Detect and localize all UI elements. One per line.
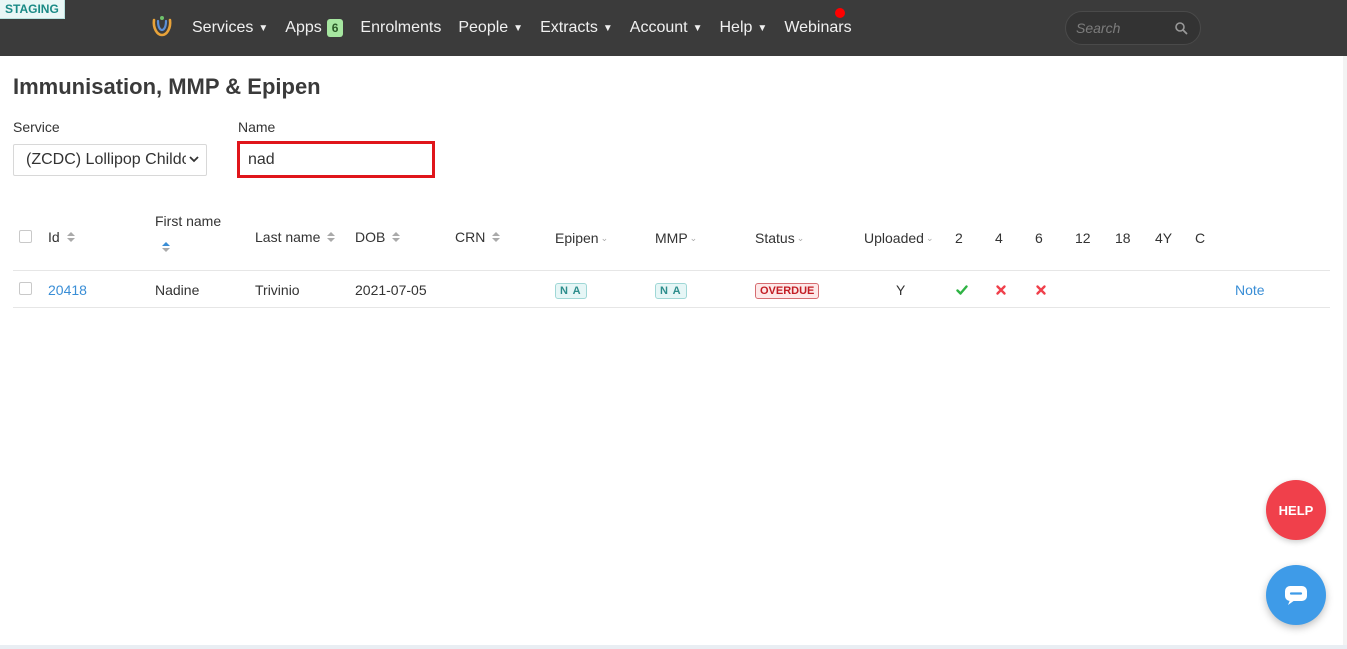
col-header-c: C: [1195, 230, 1206, 246]
sort-icon: [492, 232, 501, 242]
nav-webinars[interactable]: Webinars: [784, 19, 851, 37]
col-header-id[interactable]: Id: [48, 229, 76, 245]
caret-down-icon: ▼: [513, 22, 524, 34]
sort-icon: [66, 232, 75, 242]
bottom-scrollbar[interactable]: [0, 645, 1347, 649]
notification-dot: [835, 8, 845, 18]
epipen-status-badge: N A: [555, 283, 587, 299]
nav-account[interactable]: Account ▼: [630, 19, 703, 37]
row-first-name: Nadine: [155, 282, 200, 298]
chat-icon: [1285, 586, 1307, 605]
row-last-name: Trivinio: [255, 282, 300, 298]
overdue-status-badge: OVERDUE: [755, 283, 820, 299]
col-header-first-name-label: First name: [155, 213, 222, 229]
service-select-value: (ZCDC) Lollipop Childcare: [26, 151, 186, 168]
page-title: Immunisation, MMP & Epipen: [13, 74, 321, 99]
nav-help[interactable]: Help ▼: [720, 19, 768, 37]
col-header-first-name[interactable]: First name: [155, 213, 221, 229]
col-header-id-label: Id: [48, 229, 60, 245]
col-header-2: 2: [955, 230, 963, 246]
col-header-crn[interactable]: CRN: [455, 229, 501, 245]
nav-extracts[interactable]: Extracts ▼: [540, 19, 613, 37]
app-logo-icon[interactable]: [150, 14, 174, 38]
nav-webinars-label: Webinars: [784, 19, 852, 36]
nav-enrolments-label: Enrolments: [360, 19, 442, 36]
caret-down-icon: ▼: [692, 22, 703, 34]
col-header-last-name[interactable]: Last name: [255, 229, 336, 245]
chat-button[interactable]: [1266, 565, 1326, 625]
row-uploaded: Y: [896, 282, 906, 298]
col-header-status-label: Status: [755, 230, 795, 246]
col-header-12: 12: [1075, 230, 1091, 246]
col-header-last-name-label: Last name: [255, 229, 321, 245]
chevron-down-icon: [189, 156, 199, 163]
main-nav: Services ▼ Apps 6 Enrolments People ▼ Ex…: [192, 0, 869, 56]
search-icon[interactable]: [1174, 21, 1188, 35]
col-header-4: 4: [995, 230, 1003, 246]
col-header-mmp[interactable]: MMP ⌄: [655, 230, 697, 246]
search-input[interactable]: [1076, 20, 1170, 36]
caret-down-icon: ▼: [258, 22, 269, 34]
caret-down-icon: ▼: [757, 22, 768, 34]
col-header-dob-label: DOB: [355, 229, 386, 245]
row-checkbox[interactable]: [19, 282, 32, 295]
nav-services-label: Services: [192, 19, 254, 36]
col-header-18: 18: [1115, 230, 1131, 246]
mmp-status-badge: N A: [655, 283, 687, 299]
search-box: [1065, 11, 1201, 45]
nav-services[interactable]: Services ▼: [192, 19, 268, 37]
col-header-mmp-label: MMP: [655, 230, 688, 246]
nav-extracts-label: Extracts: [540, 19, 598, 36]
page-scrollbar[interactable]: [1343, 56, 1347, 645]
nav-enrolments[interactable]: Enrolments: [360, 19, 441, 37]
service-select[interactable]: (ZCDC) Lollipop Childcare: [13, 144, 207, 176]
select-all-checkbox[interactable]: [19, 230, 32, 243]
sort-icon: [392, 232, 401, 242]
caret-down-icon: ▼: [602, 22, 613, 34]
col-header-epipen-label: Epipen: [555, 230, 599, 246]
staging-badge: STAGING: [0, 0, 65, 19]
sort-ascending-icon[interactable]: [161, 240, 171, 254]
top-navbar: STAGING Services ▼ Apps 6 Enrolments Peo…: [0, 0, 1347, 56]
table-row-divider: [13, 307, 1330, 308]
cross-icon: [1036, 285, 1046, 295]
nav-apps[interactable]: Apps 6: [285, 19, 344, 37]
row-dob: 2021-07-05: [355, 282, 427, 298]
col-header-4y: 4Y: [1155, 230, 1173, 246]
nav-help-label: Help: [719, 19, 753, 36]
sort-icon: [327, 232, 336, 242]
col-header-6: 6: [1035, 230, 1043, 246]
col-header-dob[interactable]: DOB: [355, 229, 401, 245]
chevron-down-icon: ⌄: [689, 232, 698, 243]
row-note-link[interactable]: Note: [1235, 282, 1265, 298]
chevron-down-icon: ⌄: [796, 232, 805, 243]
name-filter-input[interactable]: [237, 141, 435, 178]
check-icon: [956, 285, 968, 295]
col-header-uploaded[interactable]: Uploaded ⌄: [864, 230, 933, 246]
nav-account-label: Account: [629, 19, 688, 36]
help-button[interactable]: HELP: [1266, 480, 1326, 540]
col-header-epipen[interactable]: Epipen ⌄: [555, 230, 608, 246]
nav-apps-label: Apps: [285, 19, 322, 36]
apps-count-badge: 6: [326, 19, 344, 37]
chevron-down-icon: ⌄: [600, 232, 609, 243]
col-header-status[interactable]: Status ⌄: [755, 230, 804, 246]
cross-icon: [996, 285, 1006, 295]
name-label: Name: [238, 119, 276, 135]
chevron-down-icon: ⌄: [925, 232, 934, 243]
row-id-link[interactable]: 20418: [48, 282, 87, 298]
col-header-uploaded-label: Uploaded: [864, 230, 924, 246]
table-header-divider: [13, 270, 1330, 271]
nav-people[interactable]: People ▼: [458, 19, 523, 37]
service-label: Service: [13, 119, 60, 135]
nav-people-label: People: [458, 19, 509, 36]
col-header-crn-label: CRN: [455, 229, 486, 245]
